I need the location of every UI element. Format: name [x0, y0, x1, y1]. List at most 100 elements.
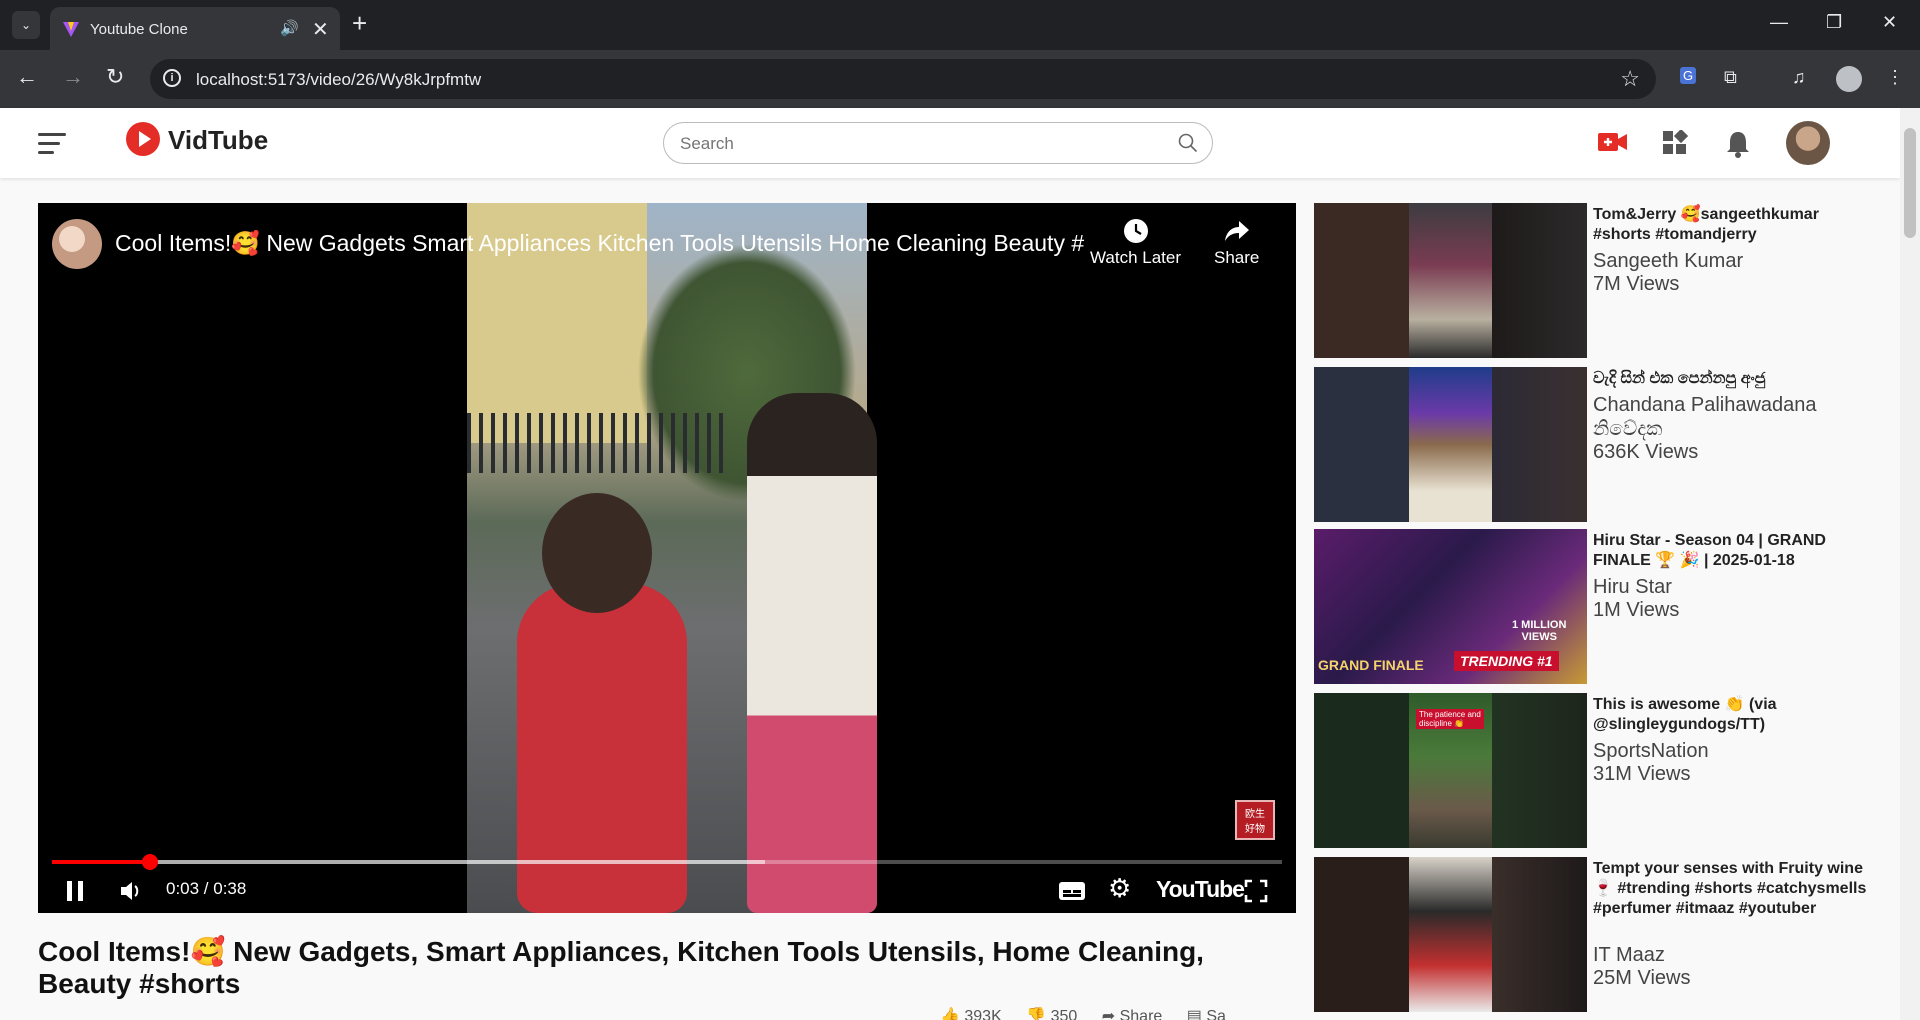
progress-played	[52, 860, 151, 864]
search-icon[interactable]	[1178, 133, 1198, 153]
minimize-icon[interactable]: —	[1770, 12, 1788, 33]
like-button[interactable]: 👍 393K	[940, 1008, 1002, 1020]
logo-text[interactable]: VidTube	[168, 125, 268, 156]
clock-icon	[1123, 219, 1148, 243]
recommendation-thumbnail[interactable]	[1314, 857, 1587, 1012]
recommendation-channel[interactable]: Chandana Palihawadana නිවේදක	[1593, 393, 1874, 441]
reload-icon[interactable]: ↻	[106, 66, 124, 88]
like-count: 393K	[964, 1008, 1002, 1020]
recommendation-channel[interactable]: Sangeeth Kumar	[1593, 249, 1743, 273]
thumbnail-caption-grand-finale: GRAND FINALE	[1318, 657, 1424, 673]
recommendation-thumbnail[interactable]	[1314, 203, 1587, 358]
recommendation-channel[interactable]: IT Maaz	[1593, 943, 1665, 967]
recommendation-channel[interactable]: Hiru Star	[1593, 575, 1672, 599]
recommendation-views: 1M Views	[1593, 599, 1680, 621]
progress-bar[interactable]	[52, 854, 1282, 870]
settings-gear-icon[interactable]: ⚙	[1108, 873, 1131, 904]
close-window-icon[interactable]: ✕	[1882, 12, 1897, 33]
share-action-label: Share	[1119, 1008, 1163, 1020]
search-input[interactable]	[678, 131, 1162, 157]
extensions-puzzle-icon[interactable]: ⧉	[1724, 67, 1737, 88]
volume-icon[interactable]	[118, 878, 144, 904]
share-label: Share	[1214, 248, 1260, 267]
share-button[interactable]: Share	[1214, 218, 1259, 268]
app-root: VidTube Cool Items!🥰 New Gadgets Smart A…	[0, 108, 1900, 1020]
dislike-button[interactable]: 👎 350	[1026, 1008, 1077, 1020]
tab-search-button[interactable]: ⌄	[12, 11, 40, 39]
recommendation-card[interactable]: වැදි සින් එක පෙන්නපු අංජු Chandana Palih…	[1314, 367, 1874, 522]
vite-favicon-icon	[63, 22, 79, 37]
recommendation-views: 25M Views	[1593, 967, 1691, 989]
recommendation-card[interactable]: The patience and discipline 👏 This is awe…	[1314, 693, 1874, 848]
share-action-button[interactable]: ➦ Share	[1102, 1008, 1163, 1020]
search-bar[interactable]	[663, 122, 1213, 164]
translate-extension-icon[interactable]: G	[1680, 67, 1697, 84]
speaker-icon[interactable]: 🔊	[280, 19, 299, 37]
video-title: Cool Items!🥰 New Gadgets, Smart Applianc…	[38, 936, 1204, 999]
app-header: VidTube	[0, 108, 1900, 178]
back-arrow-icon[interactable]: ←	[16, 66, 38, 88]
recommendation-views: 636K Views	[1593, 441, 1699, 463]
channel-avatar[interactable]	[52, 219, 102, 269]
recommendation-title[interactable]: Tempt your senses with Fruity wine 🍷 #tr…	[1593, 859, 1868, 919]
watch-later-button[interactable]: Watch Later	[1090, 218, 1181, 268]
video-frame	[467, 203, 877, 913]
browser-menu-icon[interactable]: ⋮	[1886, 67, 1904, 88]
restore-icon[interactable]: ❐	[1826, 12, 1842, 33]
progress-scrubber-handle[interactable]	[142, 854, 159, 870]
video-actions-row: 👍 393K 👎 350 ➦ Share ▤ Sa	[940, 1006, 1226, 1020]
recommendation-views: 31M Views	[1593, 763, 1691, 785]
forward-arrow-icon[interactable]: →	[62, 66, 84, 88]
recommendation-card[interactable]: Tempt your senses with Fruity wine 🍷 #tr…	[1314, 857, 1874, 1012]
close-tab-icon[interactable]: ✕	[312, 17, 329, 42]
thumbnail-caption-trending: TRENDING #1	[1454, 651, 1559, 671]
recommendation-channel[interactable]: SportsNation	[1593, 739, 1709, 763]
save-action-label: Sa	[1206, 1008, 1226, 1020]
apps-grid-icon[interactable]	[1662, 130, 1688, 156]
recommendation-card[interactable]: GRAND FINALE TRENDING #1 1 MILLION VIEWS …	[1314, 529, 1874, 684]
scrollbar-thumb[interactable]	[1904, 128, 1916, 238]
watermark-stamp: 欧生 好物	[1235, 800, 1275, 840]
recommendation-title[interactable]: වැදි සින් එක පෙන්නපු අංජු	[1593, 369, 1868, 389]
watch-later-label: Watch Later	[1090, 248, 1182, 267]
logo-play-icon[interactable]	[126, 122, 160, 156]
dislike-count: 350	[1050, 1008, 1078, 1020]
recommendation-views: 7M Views	[1593, 273, 1680, 295]
bookmark-star-icon[interactable]: ☆	[1620, 66, 1640, 92]
menu-hamburger-icon[interactable]	[38, 133, 66, 160]
video-player[interactable]: Cool Items!🥰 New Gadgets Smart Appliance…	[38, 203, 1296, 913]
recommendation-title[interactable]: Hiru Star - Season 04 | GRAND FINALE 🏆 🎉…	[1593, 531, 1868, 571]
address-bar[interactable]: i localhost:5173/video/26/Wy8kJrpfmtw ☆	[150, 59, 1656, 99]
recommendation-thumbnail[interactable]	[1314, 367, 1587, 522]
page-scrollbar[interactable]	[1900, 108, 1920, 1020]
scene-woman	[747, 393, 877, 913]
browser-profile-avatar[interactable]	[1836, 66, 1862, 92]
notifications-bell-icon[interactable]	[1726, 130, 1750, 158]
browser-tab[interactable]: Youtube Clone 🔊 ✕	[50, 7, 340, 50]
upload-video-icon[interactable]	[1597, 130, 1629, 154]
time-display: 0:03 / 0:38	[166, 879, 247, 898]
recommendation-title[interactable]: Tom&Jerry 🥰sangeethkumar #shorts #tomand…	[1593, 205, 1868, 245]
player-title[interactable]: Cool Items!🥰 New Gadgets Smart Appliance…	[115, 230, 1085, 257]
recommendation-title[interactable]: This is awesome 👏 (via @slingleygundogs/…	[1593, 695, 1868, 735]
browser-tab-bar: ⌄ Youtube Clone 🔊 ✕ + — ❐ ✕	[0, 0, 1920, 50]
user-avatar[interactable]	[1786, 121, 1830, 165]
recommendation-thumbnail[interactable]: The patience and discipline 👏	[1314, 693, 1587, 848]
url-text[interactable]: localhost:5173/video/26/Wy8kJrpfmtw	[196, 70, 481, 90]
thumbnail-caption-discipline: The patience and discipline 👏	[1416, 709, 1484, 729]
fullscreen-icon[interactable]	[1244, 878, 1268, 904]
recommendation-thumbnail[interactable]: GRAND FINALE TRENDING #1 1 MILLION VIEWS	[1314, 529, 1587, 684]
save-action-button[interactable]: ▤ Sa	[1187, 1008, 1226, 1020]
tab-title: Youtube Clone	[90, 21, 188, 38]
site-info-icon[interactable]: i	[163, 69, 181, 87]
pause-icon[interactable]	[64, 878, 86, 904]
recommendation-card[interactable]: Tom&Jerry 🥰sangeethkumar #shorts #tomand…	[1314, 203, 1874, 358]
media-control-icon[interactable]: ♫	[1792, 67, 1806, 88]
browser-toolbar: ← → ↻ i localhost:5173/video/26/Wy8kJrpf…	[0, 50, 1920, 108]
scene-fence	[467, 413, 727, 473]
youtube-logo[interactable]: YouTube	[1156, 876, 1245, 903]
thumbnail-caption-million-views: 1 MILLION VIEWS	[1512, 619, 1567, 643]
new-tab-button[interactable]: +	[352, 10, 367, 36]
scene-child-head	[542, 493, 652, 613]
subtitles-icon[interactable]	[1058, 878, 1086, 904]
